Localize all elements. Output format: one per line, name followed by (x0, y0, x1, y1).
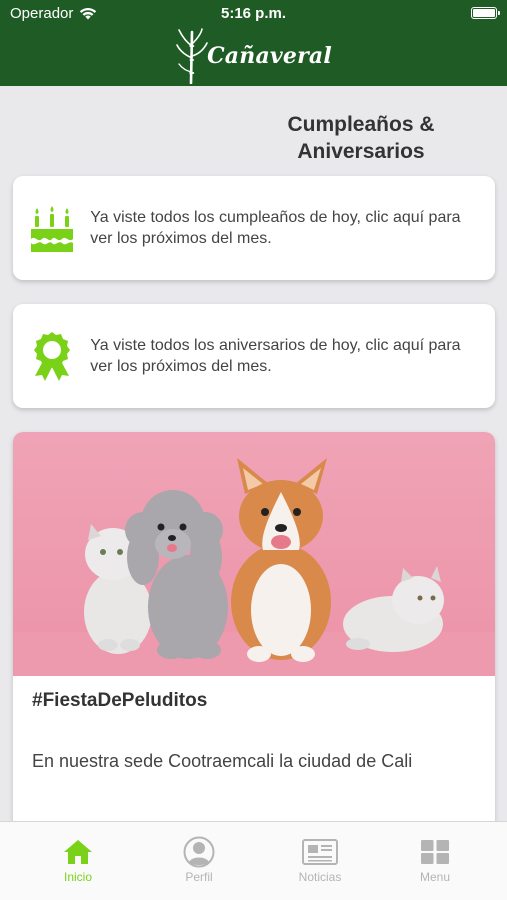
award-ribbon-icon (13, 331, 90, 381)
newspaper-icon (302, 836, 338, 868)
app-header: Cañaveral (0, 26, 507, 86)
tab-label-perfil: Perfil (185, 870, 213, 884)
section-title: Cumpleaños & Aniversarios (287, 113, 435, 163)
birthday-cake-icon (13, 202, 90, 254)
tab-label-inicio: Inicio (63, 870, 92, 884)
status-time: 5:16 p.m. (220, 5, 287, 22)
tab-perfil[interactable]: Perfil (136, 822, 262, 900)
app-logo: Cañaveral (175, 28, 332, 84)
tab-noticias[interactable]: Noticias (257, 822, 383, 900)
post-title: #FiestaDePeluditos (32, 690, 208, 711)
anniversaries-card[interactable]: Ya viste todos los aniversarios de hoy, … (13, 304, 495, 408)
bottom-tab-bar: Inicio Perfil Noticias Menu (0, 821, 507, 900)
logo-text: Cañaveral (207, 43, 332, 69)
post-body: En nuestra sede Cootraemcali la ciudad d… (32, 751, 413, 771)
user-icon (183, 836, 215, 868)
status-bar: Operador 5:16 p.m. (0, 0, 507, 26)
tab-inicio[interactable]: Inicio (15, 822, 141, 900)
anniversaries-message: Ya viste todos los aniversarios de hoy, … (90, 337, 461, 375)
birthdays-message: Ya viste todos los cumpleaños de hoy, cl… (90, 209, 461, 247)
home-icon (63, 836, 93, 868)
birthdays-card[interactable]: Ya viste todos los cumpleaños de hoy, cl… (13, 176, 495, 280)
sugarcane-icon (176, 28, 208, 84)
pets-photo (13, 432, 495, 676)
news-post-card[interactable]: #FiestaDePeluditos En nuestra sede Cootr… (13, 432, 495, 832)
tab-menu[interactable]: Menu (372, 822, 498, 900)
battery-icon (471, 7, 500, 19)
grid-icon (420, 836, 450, 868)
tab-label-menu: Menu (419, 870, 451, 884)
tab-label-noticias: Noticias (298, 870, 342, 884)
